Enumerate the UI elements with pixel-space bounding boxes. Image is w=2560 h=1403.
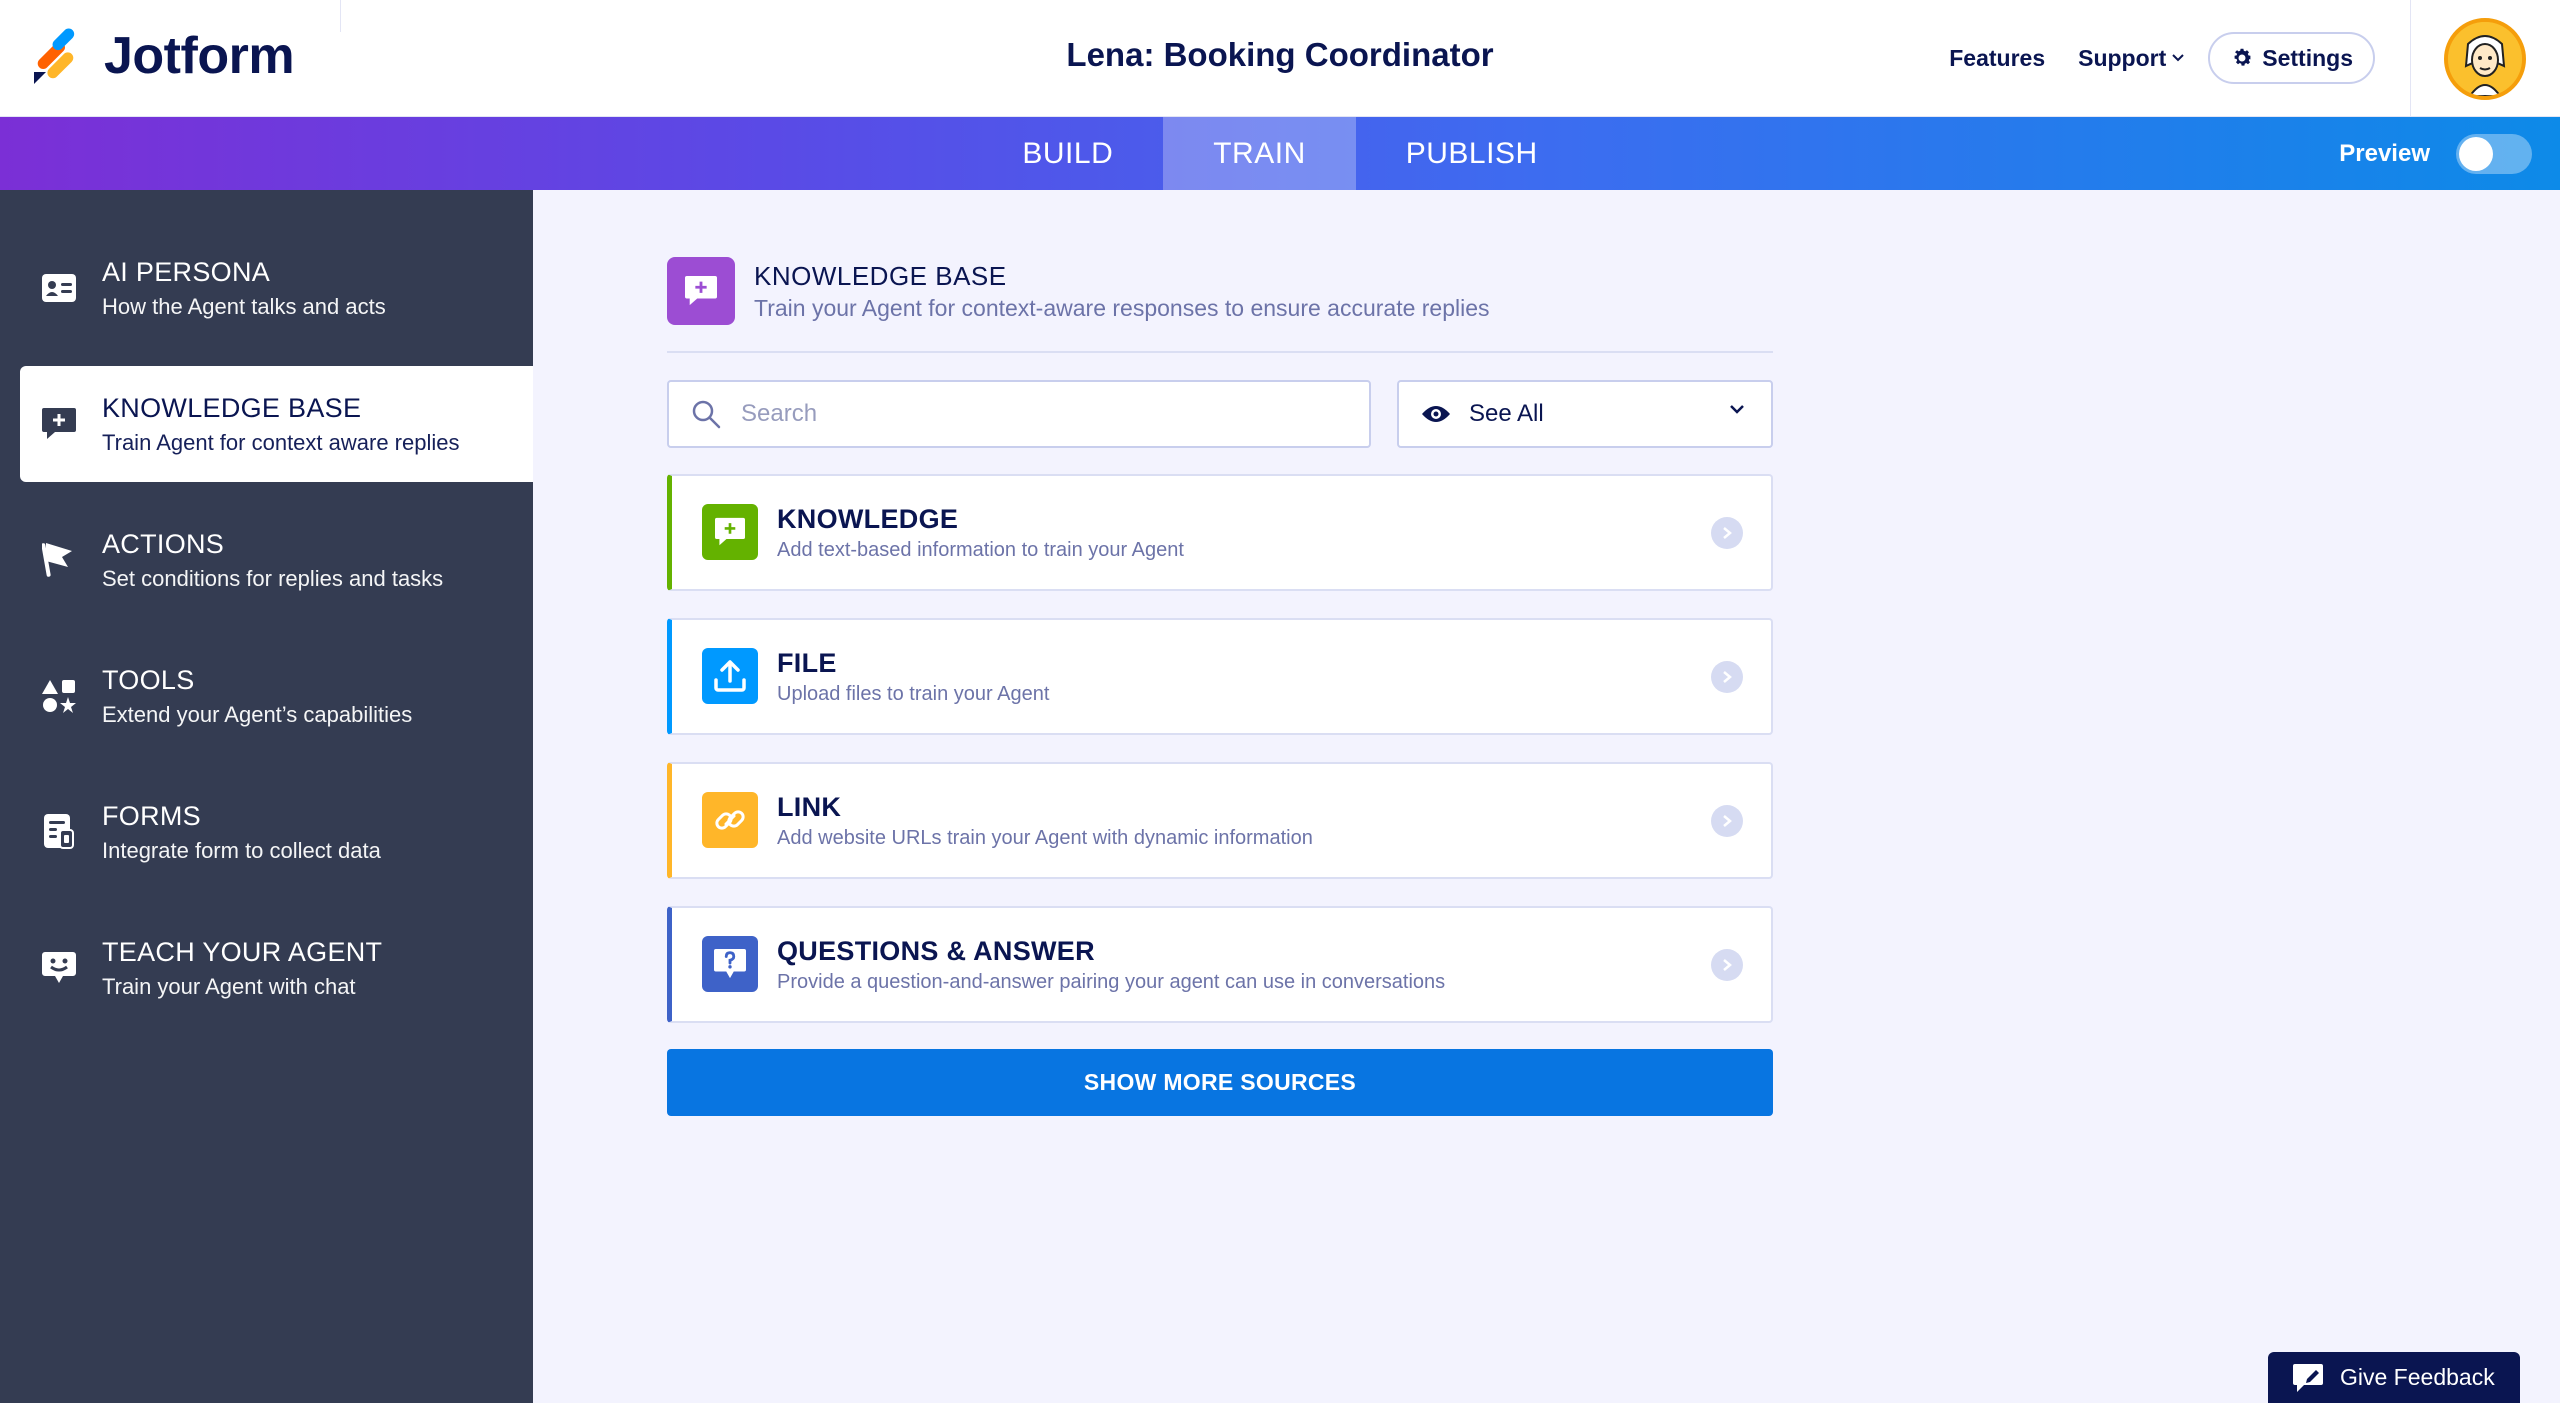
support-link[interactable]: Support (2078, 45, 2184, 72)
search-box (667, 380, 1371, 448)
sidebar-item-teach-your-agent[interactable]: TEACH YOUR AGENT Train your Agent with c… (20, 910, 533, 1026)
section-subtitle: Train your Agent for context-aware respo… (754, 295, 1490, 321)
give-feedback-button[interactable]: Give Feedback (2268, 1352, 2520, 1403)
chat-plus-icon (667, 257, 735, 325)
chevron-right-icon (1711, 661, 1743, 693)
search-input[interactable] (741, 400, 1341, 428)
source-subtitle: Upload files to train your Agent (777, 683, 1050, 705)
sidebar-item-actions[interactable]: ACTIONS Set conditions for replies and t… (20, 502, 533, 618)
filter-label: See All (1469, 400, 1544, 427)
question-chat-icon (702, 936, 758, 992)
header-divider (340, 0, 341, 32)
sidebar-item-subtitle: Set conditions for replies and tasks (102, 565, 444, 591)
settings-button[interactable]: Settings (2208, 32, 2375, 84)
top-header: Jotform Lena: Booking Coordinator Featur… (0, 0, 2560, 117)
chevron-down-icon (1730, 405, 1744, 414)
source-card-link[interactable]: LINK Add website URLs train your Agent w… (667, 762, 1773, 879)
tab-train[interactable]: TRAIN (1163, 117, 1356, 190)
settings-button-label: Settings (2262, 44, 2353, 71)
builder-tabs: BUILD TRAIN PUBLISH (0, 117, 2560, 190)
chevron-right-icon (1711, 517, 1743, 549)
source-title: QUESTIONS & ANSWER (777, 936, 1095, 966)
preview-control: Preview (2339, 117, 2532, 190)
give-feedback-label: Give Feedback (2340, 1364, 2495, 1390)
preview-label: Preview (2339, 139, 2430, 167)
tab-build[interactable]: BUILD (972, 117, 1163, 190)
shapes-icon (38, 675, 80, 717)
sidebar-item-title: FORMS (102, 800, 201, 831)
sidebar-item-subtitle: Train your Agent with chat (102, 973, 356, 999)
sidebar-item-title: AI PERSONA (102, 256, 271, 287)
source-subtitle: Add website URLs train your Agent with d… (777, 827, 1313, 849)
chevron-right-icon (1711, 949, 1743, 981)
source-card-file[interactable]: FILE Upload files to train your Agent (667, 618, 1773, 735)
sidebar-item-title: TOOLS (102, 664, 195, 695)
form-icon (38, 811, 80, 853)
search-icon (692, 400, 721, 429)
chat-plus-icon (702, 504, 758, 560)
gear-icon (2234, 48, 2252, 66)
header-divider-right (2410, 0, 2411, 117)
link-icon (702, 792, 758, 848)
support-link-label: Support (2078, 44, 2167, 71)
sidebar-item-subtitle: How the Agent talks and acts (102, 293, 386, 319)
user-avatar[interactable] (2444, 18, 2526, 100)
sidebar-item-title: KNOWLEDGE BASE (102, 392, 362, 423)
source-card-questions-answer[interactable]: QUESTIONS & ANSWER Provide a question-an… (667, 906, 1773, 1023)
show-more-sources-button[interactable]: SHOW MORE SOURCES (667, 1049, 1773, 1116)
source-title: LINK (777, 792, 842, 822)
flag-icon (38, 539, 80, 581)
sidebar-item-knowledge-base[interactable]: KNOWLEDGE BASE Train Agent for context a… (20, 366, 533, 482)
sidebar-item-ai-persona[interactable]: AI PERSONA How the Agent talks and acts (20, 230, 533, 346)
features-link-label: Features (1949, 44, 2046, 71)
avatar-illustration (2448, 22, 2522, 96)
id-card-icon (38, 267, 80, 309)
sidebar-item-tools[interactable]: TOOLS Extend your Agent’s capabilities (20, 638, 533, 754)
source-card-knowledge[interactable]: KNOWLEDGE Add text-based information to … (667, 474, 1773, 591)
sidebar-item-title: ACTIONS (102, 528, 225, 559)
section-title: KNOWLEDGE BASE (754, 261, 1007, 291)
preview-toggle[interactable] (2456, 133, 2532, 174)
tab-publish[interactable]: PUBLISH (1356, 117, 1588, 190)
eye-icon (1422, 406, 1450, 422)
toggle-knob (2459, 136, 2493, 171)
knowledge-base-header: KNOWLEDGE BASE Train your Agent for cont… (667, 257, 1773, 353)
header-links: Features Support Settings (1916, 30, 2375, 86)
smile-chat-icon (38, 947, 80, 989)
filter-dropdown[interactable]: See All (1397, 380, 1773, 448)
chat-plus-icon (38, 403, 80, 445)
sidebar-item-forms[interactable]: FORMS Integrate form to collect data (20, 774, 533, 890)
sidebar-item-subtitle: Integrate form to collect data (102, 837, 381, 863)
chevron-right-icon (1711, 805, 1743, 837)
sidebar-item-subtitle: Extend your Agent’s capabilities (102, 701, 413, 727)
sidebar-item-subtitle: Train Agent for context aware replies (102, 429, 460, 455)
source-subtitle: Provide a question-and-answer pairing yo… (777, 971, 1446, 993)
builder-tab-bar: BUILD TRAIN PUBLISH Preview (0, 117, 2560, 190)
source-subtitle: Add text-based information to train your… (777, 539, 1184, 561)
chevron-down-icon (2172, 54, 2184, 62)
sidebar-item-title: TEACH YOUR AGENT (102, 936, 383, 967)
source-title: KNOWLEDGE (777, 504, 959, 534)
source-title: FILE (777, 648, 837, 678)
upload-icon (702, 648, 758, 704)
feedback-chat-icon (2293, 1363, 2323, 1392)
features-link[interactable]: Features (1949, 45, 2045, 72)
sidebar: AI PERSONA How the Agent talks and acts … (0, 190, 533, 1403)
